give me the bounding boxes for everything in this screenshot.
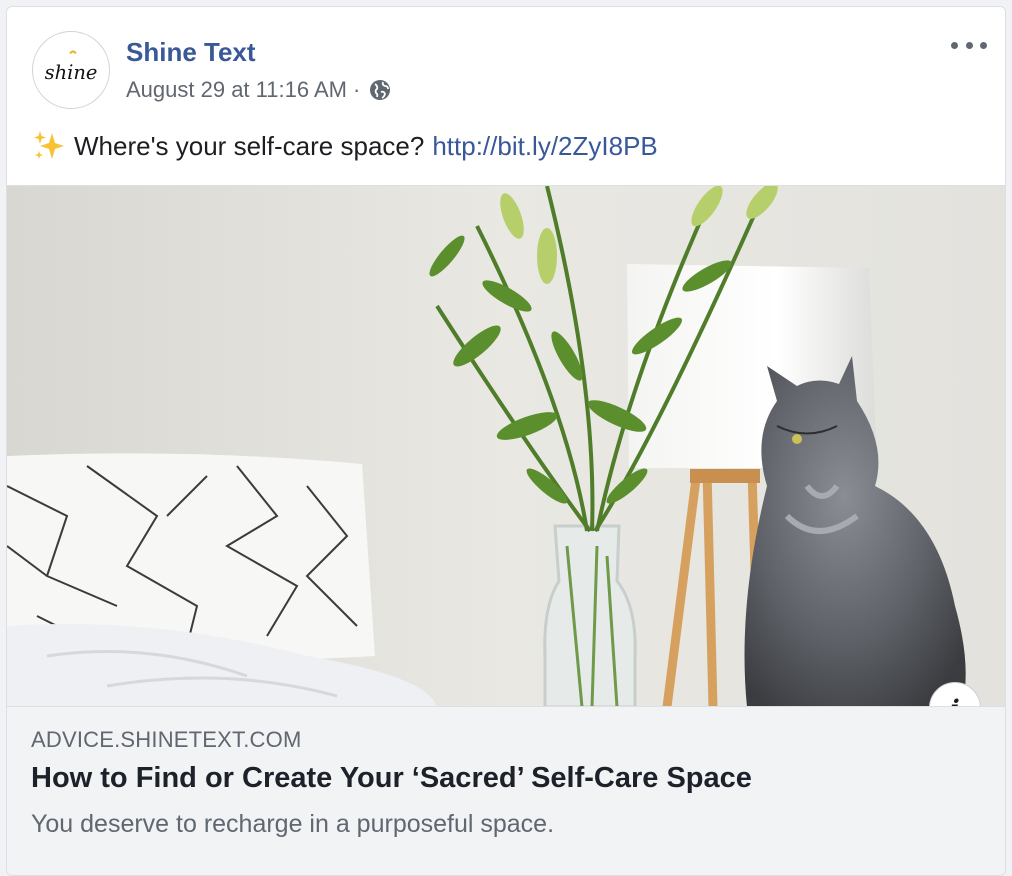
post-text: Where's your self-care space? <box>74 130 425 161</box>
post-header: shine Shine Text August 29 at 11:16 AM · <box>7 7 1005 117</box>
preview-photo <box>7 186 1005 707</box>
shine-logo: shine <box>33 32 109 108</box>
svg-text:shine: shine <box>45 61 98 84</box>
dot-icon <box>980 41 987 49</box>
link-preview[interactable]: ADVICE.SHINETEXT.COM How to Find or Crea… <box>7 706 1005 875</box>
post-message: Where's your self-care space? http://bit… <box>32 129 658 163</box>
post-meta: August 29 at 11:16 AM · <box>126 77 392 103</box>
avatar[interactable]: shine <box>32 31 110 109</box>
meta-separator: · <box>352 77 361 102</box>
post-card: shine Shine Text August 29 at 11:16 AM · <box>6 6 1006 876</box>
link-domain: ADVICE.SHINETEXT.COM <box>31 727 302 752</box>
sparkles-icon <box>32 129 66 163</box>
link-title[interactable]: How to Find or Create Your ‘Sacred’ Self… <box>31 762 752 795</box>
post-link[interactable]: http://bit.ly/2ZyI8PB <box>432 131 657 162</box>
more-options-icon[interactable] <box>951 33 987 57</box>
link-description: You deserve to recharge in a purposeful … <box>31 810 555 838</box>
page-name-link[interactable]: Shine Text <box>126 37 256 68</box>
globe-icon[interactable] <box>368 78 392 102</box>
link-preview-image[interactable] <box>7 185 1005 707</box>
dot-icon <box>965 41 973 49</box>
dot-icon <box>951 41 958 49</box>
post-timestamp[interactable]: August 29 at 11:16 AM <box>126 77 347 103</box>
